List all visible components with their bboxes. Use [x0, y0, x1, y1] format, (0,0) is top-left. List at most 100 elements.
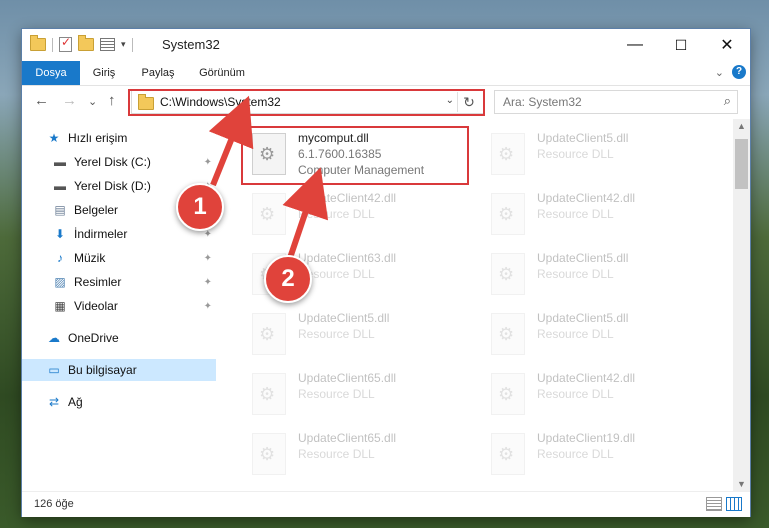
sidebar-item-quick-access[interactable]: ★ Hızlı erişim	[46, 127, 240, 149]
title-bar: ▾ System32 — ☐ ✕	[22, 29, 750, 61]
dll-file-icon	[491, 253, 525, 295]
minimize-button[interactable]: —	[612, 29, 658, 61]
dll-file-icon	[491, 373, 525, 415]
dll-file-icon	[252, 373, 286, 415]
scrollbar-thumb[interactable]	[735, 139, 748, 189]
documents-icon: ▤	[54, 203, 66, 217]
star-icon: ★	[48, 131, 60, 145]
file-description: Resource DLL	[537, 447, 614, 461]
dll-file-icon	[252, 433, 286, 475]
list-item[interactable]: UpdateClient5.dll Resource DLL	[483, 307, 713, 359]
forward-button[interactable]: →	[62, 92, 77, 109]
dll-file-icon	[491, 193, 525, 235]
pictures-icon: ▨	[54, 275, 66, 289]
list-item[interactable]: UpdateClient5.dll Resource DLL	[483, 127, 713, 179]
file-name: UpdateClient42.dll	[537, 191, 636, 205]
drive-icon: ▬	[54, 179, 66, 193]
details-view-icon[interactable]	[706, 497, 722, 511]
tiles-view-icon[interactable]	[726, 497, 742, 511]
file-name: UpdateClient63.dll	[298, 251, 397, 265]
sidebar-item-music[interactable]: ♪ Müzik ✦	[52, 247, 216, 269]
search-input[interactable]: Ara: System32	[503, 95, 582, 109]
toolbar-separator	[52, 37, 53, 52]
scroll-down-icon[interactable]: ▼	[737, 479, 746, 489]
file-name: UpdateClient42.dll	[537, 371, 636, 385]
help-icon[interactable]: ?	[732, 65, 746, 79]
sidebar-item-network[interactable]: ⇄ Ağ	[46, 391, 216, 413]
list-item[interactable]: UpdateClient19.dll Resource DLL	[483, 427, 713, 479]
sidebar-item-label: Belgeler	[74, 203, 119, 217]
sidebar-item-videos[interactable]: ▦ Videolar ✦	[52, 295, 216, 317]
status-bar: 126 öğe	[22, 491, 750, 517]
list-item[interactable]: UpdateClient42.dll Resource DLL	[483, 187, 713, 239]
new-folder-icon[interactable]	[78, 35, 94, 51]
dll-file-icon	[252, 313, 286, 355]
video-icon: ▦	[54, 299, 66, 313]
file-name: UpdateClient42.dll	[298, 191, 397, 205]
list-item[interactable]: UpdateClient65.dll Resource DLL	[244, 367, 474, 419]
view-switcher	[706, 497, 742, 511]
dll-file-icon	[491, 433, 525, 475]
list-item[interactable]: UpdateClient5.dll Resource DLL	[483, 247, 713, 299]
sidebar-item-pictures[interactable]: ▨ Resimler ✦	[52, 271, 216, 293]
sidebar-item-label: Yerel Disk (D:)	[74, 179, 151, 193]
file-name: UpdateClient65.dll	[298, 371, 397, 385]
sidebar-item-this-pc[interactable]: ▭ Bu bilgisayar	[22, 359, 216, 381]
properties-check-icon[interactable]	[59, 35, 72, 52]
file-description: Resource DLL	[537, 207, 614, 221]
up-button[interactable]: ↑	[108, 92, 116, 109]
toolbar-separator	[131, 37, 133, 52]
drive-icon: ▬	[54, 155, 66, 169]
tab-file[interactable]: Dosya	[22, 61, 80, 85]
ribbon-tabs: Dosya Giriş Paylaş Görünüm ⌄ ?	[22, 61, 750, 86]
scroll-up-icon[interactable]: ▲	[737, 121, 746, 131]
close-button[interactable]: ✕	[704, 29, 750, 61]
vertical-scrollbar[interactable]: ▲ ▼	[733, 119, 750, 491]
navigation-pane: ★ Hızlı erişim ▬ Yerel Disk (C:) ✦ ▬ Yer…	[22, 119, 216, 489]
sidebar-item-onedrive[interactable]: ☁ OneDrive	[46, 327, 216, 349]
list-item[interactable]: UpdateClient5.dll Resource DLL	[244, 307, 474, 359]
address-highlight	[128, 89, 485, 116]
search-icon: ⌕	[723, 93, 731, 108]
sidebar-item-label: Videolar	[74, 299, 118, 313]
quick-access-toolbar: ▾	[30, 35, 133, 52]
pin-icon[interactable]: ✦	[204, 277, 212, 288]
file-description: Resource DLL	[537, 147, 614, 161]
computer-icon: ▭	[48, 363, 60, 377]
sidebar-item-label: Yerel Disk (C:)	[74, 155, 151, 169]
list-item[interactable]: UpdateClient42.dll Resource DLL	[483, 367, 713, 419]
pin-icon[interactable]: ✦	[204, 253, 212, 264]
file-description: Resource DLL	[298, 207, 375, 221]
recent-locations-button[interactable]: ⌄	[88, 95, 97, 108]
file-description: Resource DLL	[298, 387, 375, 401]
tab-home[interactable]: Giriş	[86, 61, 122, 85]
file-description: Resource DLL	[298, 447, 375, 461]
file-name: UpdateClient5.dll	[537, 131, 629, 145]
list-item[interactable]: UpdateClient65.dll Resource DLL	[244, 427, 474, 479]
sidebar-item-label: Resimler	[74, 275, 122, 289]
pin-icon[interactable]: ✦	[204, 301, 212, 312]
maximize-button[interactable]: ☐	[658, 29, 704, 61]
pin-icon[interactable]: ✦	[204, 157, 212, 168]
download-icon: ⬇	[54, 227, 66, 241]
window-title: System32	[162, 37, 220, 52]
file-name: UpdateClient5.dll	[298, 311, 390, 325]
search-box[interactable]: Ara: System32 ⌕	[494, 90, 738, 114]
back-button[interactable]: ←	[34, 92, 49, 109]
tab-view[interactable]: Görünüm	[194, 61, 250, 85]
file-highlight	[241, 126, 469, 185]
customize-toolbar-icon[interactable]: ▾	[121, 39, 126, 50]
file-description: Resource DLL	[537, 387, 614, 401]
sidebar-item-disk-c[interactable]: ▬ Yerel Disk (C:) ✦	[52, 151, 216, 173]
file-name: UpdateClient19.dll	[537, 431, 636, 445]
view-props-icon[interactable]	[100, 38, 115, 51]
callout-1: 1	[176, 183, 224, 231]
file-description: Resource DLL	[537, 327, 614, 341]
list-item[interactable]: UpdateClient42.dll Resource DLL	[244, 187, 474, 239]
sidebar-item-label: Bu bilgisayar	[68, 363, 137, 377]
ribbon-expand-icon[interactable]: ⌄	[715, 66, 724, 79]
tab-share[interactable]: Paylaş	[138, 61, 178, 85]
item-count: 126 öğe	[34, 498, 74, 510]
sidebar-item-label: Ağ	[68, 395, 83, 409]
sidebar-item-label: Hızlı erişim	[68, 131, 128, 145]
